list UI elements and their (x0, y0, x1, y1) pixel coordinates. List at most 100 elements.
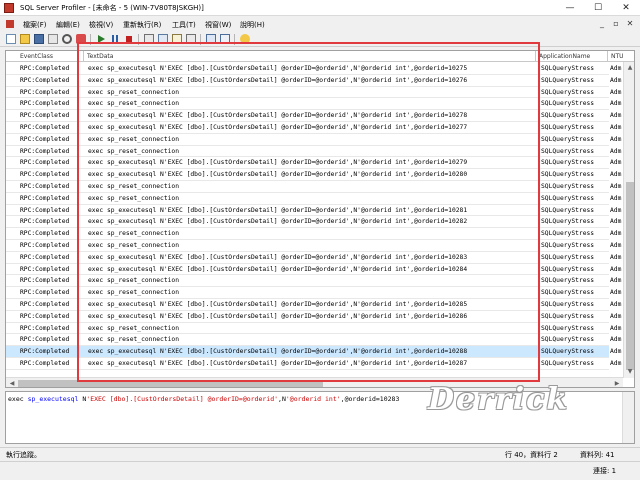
table-row[interactable]: RPC:Completed exec sp_reset_connection SQL… (6, 334, 621, 347)
save-icon[interactable] (34, 34, 44, 44)
table-row[interactable]: RPC:Completed exec sp_executesql N'EXEC [… (6, 157, 621, 170)
scroll-right-icon[interactable]: ▶ (611, 378, 623, 387)
document-icon (6, 20, 14, 28)
menu-tools[interactable]: 工具(T) (172, 20, 196, 30)
column-header-eventclass[interactable]: EventClass (6, 51, 84, 62)
table-row[interactable]: RPC:Completed exec sp_executesql N'EXEC [… (6, 252, 621, 264)
watermark: Derrick (428, 382, 570, 417)
textdata-cell: exec sp_executesql N'EXEC [dbo].[CustOrd… (88, 348, 468, 356)
application-name-cell: SQLQueryStress (541, 147, 595, 155)
new-trace-icon[interactable] (6, 34, 16, 44)
column-header-ntu[interactable]: NTU (608, 51, 634, 62)
application-name-cell: SQLQueryStress (541, 88, 595, 96)
find-icon[interactable] (62, 34, 72, 44)
textdata-cell: exec sp_reset_connection (88, 324, 179, 332)
table-row[interactable]: RPC:Completed exec sp_executesql N'EXEC [… (6, 63, 621, 75)
event-class-cell: RPC:Completed (20, 159, 70, 167)
close-button[interactable]: ✕ (612, 0, 640, 16)
menu-edit[interactable]: 編輯(E) (56, 20, 80, 30)
column-header-textdata[interactable]: TextData (84, 51, 536, 62)
mdi-restore-button[interactable]: ▫ (610, 18, 622, 30)
event-class-cell: RPC:Completed (20, 242, 70, 249)
menu-replay[interactable]: 重新執行(R) (123, 20, 161, 30)
minimize-button[interactable]: — (556, 0, 584, 16)
grid-icon[interactable] (220, 34, 230, 44)
help-icon[interactable] (240, 34, 250, 44)
application-name-cell: SQLQueryStress (541, 194, 595, 202)
table-row[interactable]: RPC:Completed exec sp_executesql N'EXEC [… (6, 358, 621, 370)
application-name-cell: SQLQueryStress (541, 206, 595, 214)
event-class-cell: RPC:Completed (20, 312, 70, 320)
stop-icon[interactable] (124, 34, 134, 44)
scroll-left-icon[interactable]: ◀ (6, 378, 18, 387)
table-row[interactable]: RPC:Completed exec sp_executesql N'EXEC [… (6, 299, 621, 311)
lines-icon[interactable] (158, 34, 168, 44)
table-row[interactable]: RPC:Completed exec sp_reset_connection SQL… (6, 181, 621, 193)
open-icon[interactable] (20, 34, 30, 44)
textdata-cell: exec sp_reset_connection (88, 336, 179, 344)
table-row[interactable]: RPC:Completed exec sp_executesql N'EXEC [… (6, 205, 621, 217)
textdata-cell: exec sp_executesql N'EXEC [dbo].[CustOrd… (88, 312, 468, 320)
menu-file[interactable]: 檔案(F) (23, 20, 47, 30)
grid-header: EventClass TextData ApplicationName NTU (6, 51, 634, 62)
event-class-cell: RPC:Completed (20, 230, 70, 238)
table-row[interactable]: RPC:Completed exec sp_reset_connection SQL… (6, 323, 621, 335)
table-row[interactable]: RPC:Completed exec sp_reset_connection SQL… (6, 98, 621, 111)
menu-window[interactable]: 視窗(W) (205, 20, 231, 30)
textdata-cell: exec sp_executesql N'EXEC [dbo].[CustOrd… (88, 265, 468, 273)
textdata-cell: exec sp_executesql N'EXEC [dbo].[CustOrd… (88, 218, 468, 226)
application-name-cell: SQLQueryStress (541, 277, 595, 285)
bottom-bar: 連接: 1 (0, 461, 640, 480)
table-row[interactable]: RPC:Completed exec sp_executesql N'EXEC [… (6, 311, 621, 323)
application-name-cell: SQLQueryStress (541, 336, 595, 344)
textdata-cell: exec sp_executesql N'EXEC [dbo].[CustOrd… (88, 253, 468, 261)
scroll-thumb[interactable] (626, 182, 634, 370)
table-row[interactable]: RPC:Completed exec sp_executesql N'EXEC [… (6, 169, 621, 181)
scroll-up-icon[interactable]: ▲ (624, 62, 634, 74)
option-icon[interactable] (206, 34, 216, 44)
menu-help[interactable]: 說明(H) (240, 20, 265, 30)
start-icon[interactable] (96, 34, 106, 44)
table-row[interactable]: RPC:Completed exec sp_reset_connection SQL… (6, 146, 621, 158)
filter-icon[interactable] (172, 34, 182, 44)
application-name-cell: SQLQueryStress (541, 312, 595, 320)
textdata-cell: exec sp_executesql N'EXEC [dbo].[CustOrd… (88, 360, 468, 367)
application-name-cell: SQLQueryStress (541, 324, 595, 332)
table-row[interactable]: RPC:Completed exec sp_reset_connection SQL… (6, 134, 621, 146)
application-name-cell: SQLQueryStress (541, 124, 595, 131)
table-row[interactable]: RPC:Completed exec sp_reset_connection SQL… (6, 193, 621, 205)
mdi-minimize-button[interactable]: _ (596, 18, 608, 30)
table-row[interactable]: RPC:Completed exec sp_executesql N'EXEC [… (6, 110, 621, 122)
table-row[interactable]: RPC:Completed exec sp_executesql N'EXEC [… (6, 122, 621, 134)
table-row[interactable]: RPC:Completed exec sp_executesql N'EXEC [… (6, 75, 621, 87)
menu-view[interactable]: 檢視(V) (89, 20, 113, 30)
event-class-cell: RPC:Completed (20, 76, 70, 84)
table-row[interactable]: RPC:Completed exec sp_reset_connection SQL… (6, 240, 621, 252)
horizontal-scroll-thumb[interactable] (18, 380, 323, 387)
detail-vertical-scrollbar[interactable] (622, 392, 634, 443)
table-row[interactable]: RPC:Completed exec sp_executesql N'EXEC [… (6, 346, 621, 358)
clear-icon[interactable] (76, 34, 86, 44)
table-row[interactable]: RPC:Completed exec sp_executesql N'EXEC [… (6, 264, 621, 276)
scroll-down-icon[interactable]: ▼ (624, 366, 634, 378)
mdi-close-button[interactable]: ✕ (624, 18, 636, 30)
vertical-scrollbar[interactable]: ▲ ▼ (623, 62, 634, 378)
maximize-button[interactable]: ☐ (584, 0, 612, 16)
textdata-cell: exec sp_reset_connection (88, 88, 179, 96)
properties-icon[interactable] (48, 34, 58, 44)
pause-icon[interactable] (110, 34, 120, 44)
event-class-cell: RPC:Completed (20, 289, 70, 297)
event-class-cell: RPC:Completed (20, 324, 70, 332)
event-class-cell: RPC:Completed (20, 336, 70, 344)
textdata-cell: exec sp_reset_connection (88, 230, 179, 238)
event-class-cell: RPC:Completed (20, 253, 70, 261)
detail-statement: 'EXEC [dbo].[CustOrdersDetail] @orderID=… (86, 395, 279, 403)
table-row[interactable]: RPC:Completed exec sp_reset_connection SQL… (6, 87, 621, 99)
table-row[interactable]: RPC:Completed exec sp_executesql N'EXEC [… (6, 216, 621, 229)
column-icon[interactable] (144, 34, 154, 44)
table-row[interactable]: RPC:Completed exec sp_reset_connection SQL… (6, 287, 621, 299)
column-header-applicationname[interactable]: ApplicationName (536, 51, 608, 62)
table-row[interactable]: RPC:Completed exec sp_reset_connection SQL… (6, 228, 621, 240)
table-row[interactable]: RPC:Completed exec sp_reset_connection SQL… (6, 275, 621, 288)
monitor-icon[interactable] (186, 34, 196, 44)
